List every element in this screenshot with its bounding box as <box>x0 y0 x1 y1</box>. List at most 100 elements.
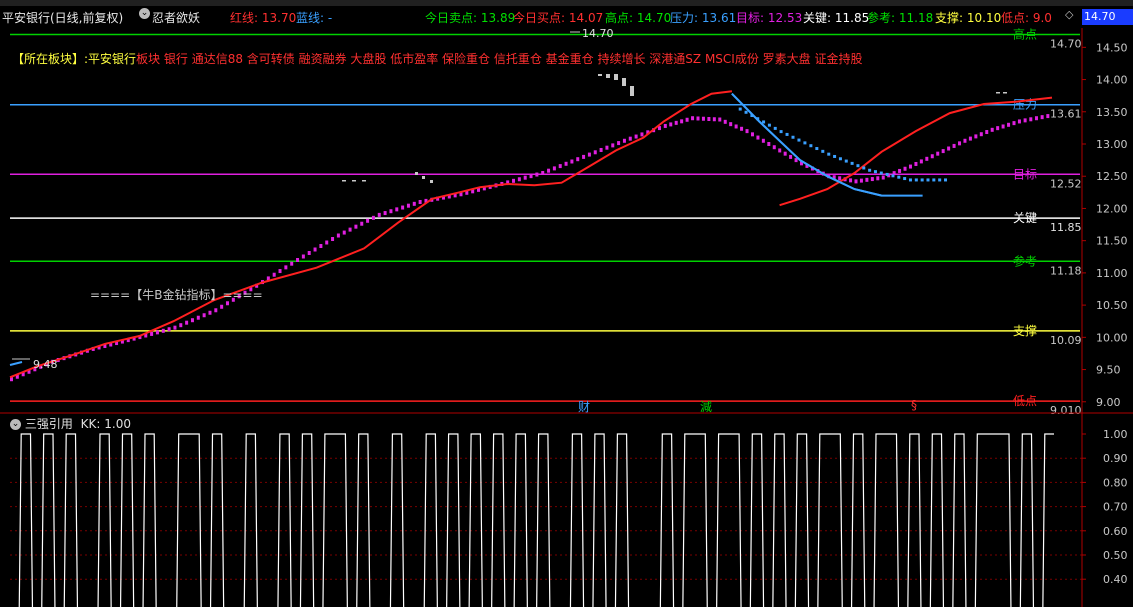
purple-dot <box>202 313 206 318</box>
purple-dot <box>685 117 689 122</box>
blue-dot <box>844 159 848 163</box>
sub-panel-collapse-icon[interactable]: ⌄ <box>10 419 21 430</box>
purple-dot <box>1046 114 1050 119</box>
purple-dot <box>552 166 556 171</box>
purple-dot <box>691 116 695 121</box>
event-jian-badge[interactable]: 減 <box>700 398 712 415</box>
purple-dot <box>371 215 375 220</box>
price-tick-label-9: 10.00 <box>1096 331 1128 344</box>
purple-dot <box>985 130 989 135</box>
purple-dot <box>319 244 323 249</box>
purple-dot <box>272 272 276 277</box>
purple-dot <box>941 149 945 154</box>
purple-dot <box>908 164 912 169</box>
sub-tick-label-1: 0.90 <box>1103 452 1128 465</box>
purple-dot <box>284 265 288 270</box>
purple-dot <box>1012 121 1016 126</box>
blue-dot <box>873 170 877 174</box>
blue-dot <box>891 174 895 178</box>
blue-dot <box>773 126 777 130</box>
price-line-series <box>9 90 1053 379</box>
blue-dot <box>750 114 754 117</box>
signal-wave <box>18 433 1054 607</box>
purple-dot <box>296 258 300 262</box>
purple-dot <box>789 154 793 159</box>
gray-dash <box>352 180 356 182</box>
purple-dot <box>179 323 183 328</box>
sub-panel-chart: 1.00 0.90 0.80 0.70 0.60 0.50 0.40 <box>10 428 1128 607</box>
purple-dot <box>663 123 667 128</box>
purple-dot <box>990 127 994 132</box>
purple-dot <box>582 154 586 159</box>
purple-dot <box>1029 117 1033 122</box>
purple-dot <box>401 205 405 210</box>
price-tick-label-7: 11.00 <box>1096 267 1128 280</box>
price-tick-label-5: 12.00 <box>1096 202 1128 215</box>
purple-dot <box>570 159 574 164</box>
event-cai-badge[interactable]: 财 <box>578 398 590 415</box>
purple-dot <box>870 177 874 182</box>
purple-dot <box>190 318 194 323</box>
purple-dot <box>185 320 189 325</box>
purple-dot <box>640 132 644 137</box>
blue-dot <box>767 123 771 127</box>
purple-dot <box>756 135 760 140</box>
level-value-4: 11.18 <box>1050 264 1082 277</box>
blue-dot <box>920 178 924 182</box>
purple-dot <box>622 138 626 143</box>
purple-dot <box>968 136 972 141</box>
purple-dot <box>1017 119 1021 124</box>
purple-dot <box>718 117 722 122</box>
purple-dot <box>307 251 311 256</box>
purple-dot <box>196 315 200 320</box>
level-name-6: 低点 <box>1013 394 1037 408</box>
event-s-badge[interactable]: § <box>911 398 917 412</box>
purple-dot <box>208 310 212 315</box>
purple-dot <box>712 117 716 122</box>
purple-dot <box>996 126 1000 131</box>
blue-dot <box>762 120 766 124</box>
blue-dot <box>785 132 789 136</box>
blue-dot <box>815 147 819 151</box>
purple-dot <box>634 134 638 139</box>
blue-dot <box>756 117 760 121</box>
gray-dash <box>362 180 366 182</box>
blue-dot <box>827 152 831 156</box>
purple-dot <box>301 254 305 259</box>
purple-dot <box>723 119 727 124</box>
sub-panel-header: ⌄ 三强引用 KK: 1.00 <box>10 415 131 432</box>
gray-mark <box>598 74 602 76</box>
purple-dot <box>395 207 399 212</box>
price-tick-label-2: 13.50 <box>1096 106 1128 119</box>
purple-dot <box>849 178 853 183</box>
purple-dot <box>947 146 951 151</box>
purple-dot <box>214 308 218 313</box>
purple-dot <box>1007 122 1011 127</box>
level-name-4: 参考 <box>1013 253 1037 268</box>
price-tick-label-11: 9.00 <box>1096 396 1121 409</box>
purple-dot <box>783 151 787 156</box>
gray-dash <box>996 92 1000 94</box>
low-marker-label: 9.48 <box>33 358 58 371</box>
level-lines: 高点14.70压力13.61目标12.52关键11.85参考11.18支撑10.… <box>10 26 1082 417</box>
purple-dot <box>377 212 381 217</box>
kline-chart[interactable]: 高点14.70压力13.61目标12.52关键11.85参考11.18支撑10.… <box>0 0 1133 607</box>
purple-dot <box>558 164 562 169</box>
series-line-0 <box>9 90 1053 379</box>
sub-panel-title[interactable]: 三强引用 <box>25 417 73 431</box>
blue-start-line <box>9 361 23 366</box>
purple-dot <box>696 116 700 121</box>
purple-dot <box>354 224 358 229</box>
purple-dot <box>576 157 580 162</box>
sub-tick-label-5: 0.50 <box>1103 549 1128 562</box>
purple-dot <box>278 269 282 274</box>
blue-dot <box>932 178 936 182</box>
blue-dot <box>791 135 795 139</box>
purple-dot <box>958 141 962 146</box>
purple-dot <box>406 203 410 208</box>
purple-dot <box>865 177 869 182</box>
series-line-1 <box>731 92 882 197</box>
purple-dot <box>313 247 317 252</box>
purple-dot <box>617 141 621 146</box>
blue-dot <box>914 178 918 182</box>
